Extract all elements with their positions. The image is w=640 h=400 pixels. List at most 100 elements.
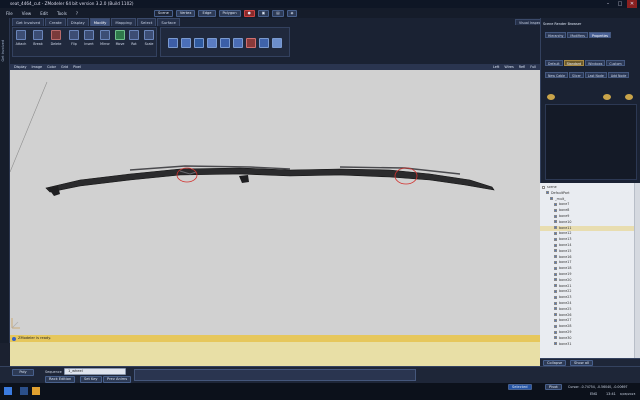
visibility-checkbox[interactable] xyxy=(554,255,557,259)
row2-custom[interactable]: Custom xyxy=(606,60,625,66)
tab-modify[interactable]: Modify xyxy=(89,18,111,26)
selected-indicator[interactable]: Selected xyxy=(508,384,532,390)
visibility-checkbox[interactable] xyxy=(554,249,557,253)
visibility-checkbox[interactable] xyxy=(554,289,557,293)
visibility-checkbox[interactable] xyxy=(554,272,557,276)
minimize-button[interactable]: – xyxy=(603,0,613,8)
visibility-checkbox[interactable] xyxy=(554,284,557,288)
tree-scrollbar[interactable] xyxy=(634,183,640,358)
row2-windows[interactable]: Windows xyxy=(585,60,606,66)
delete-button[interactable]: Delete xyxy=(49,30,63,46)
viewport-name[interactable]: Left xyxy=(493,65,499,69)
prev-anims-button[interactable]: Prev Anims xyxy=(103,376,132,383)
row3-new-cable[interactable]: New Cable xyxy=(545,72,569,78)
visibility-checkbox[interactable] xyxy=(554,243,557,247)
mirror-button[interactable]: Mirror xyxy=(98,30,112,46)
row3-slicer[interactable]: Slicer xyxy=(569,72,584,78)
viewport-menu-display[interactable]: Display xyxy=(14,65,27,69)
tool-icon-6[interactable] xyxy=(233,38,243,48)
selection-mode-dropdown[interactable]: Scene xyxy=(153,9,173,17)
insert-button[interactable]: Insert xyxy=(82,30,96,46)
visibility-checkbox[interactable] xyxy=(554,231,557,235)
viewport-refl[interactable]: Refl xyxy=(519,65,525,69)
break-button[interactable]: Break xyxy=(31,30,45,46)
tab-modifiers[interactable]: Modifiers xyxy=(567,32,588,38)
visibility-checkbox[interactable] xyxy=(554,324,557,328)
visibility-checkbox[interactable] xyxy=(554,301,557,305)
row3-add-node[interactable]: Add Node xyxy=(607,72,630,78)
tab-hierarchy[interactable]: Hierarchy xyxy=(545,32,567,38)
visibility-checkbox[interactable] xyxy=(554,342,557,346)
visibility-checkbox[interactable] xyxy=(554,226,557,230)
toolbar-icon-c[interactable]: ◈ xyxy=(286,9,298,17)
row3-last-node[interactable]: Last Node xyxy=(584,72,607,78)
row2-standard[interactable]: Standard xyxy=(563,60,585,66)
flip-button[interactable]: Flip xyxy=(67,30,81,46)
visibility-checkbox[interactable] xyxy=(554,318,557,322)
material-icon-a[interactable] xyxy=(547,94,555,100)
tab-mapping[interactable]: Mapping xyxy=(111,18,136,26)
viewport-full[interactable]: Full xyxy=(530,65,536,69)
visibility-checkbox[interactable] xyxy=(554,260,557,264)
visibility-checkbox[interactable] xyxy=(554,237,557,241)
attach-button[interactable]: Attach xyxy=(14,30,28,46)
visibility-checkbox[interactable] xyxy=(554,330,557,334)
tool-icon-8[interactable] xyxy=(259,38,269,48)
rack-edition-button[interactable]: Rack Edition xyxy=(45,376,76,383)
viewport-menu-grid[interactable]: Grid xyxy=(61,65,68,69)
edge-mode-button[interactable]: Edge xyxy=(198,9,216,17)
tree-node[interactable]: bone31 xyxy=(540,342,634,348)
scale-button[interactable]: Scale xyxy=(142,30,156,46)
material-icon-c[interactable] xyxy=(625,94,633,100)
visibility-checkbox[interactable] xyxy=(554,202,557,206)
polygon-mode-button[interactable]: Polygon xyxy=(218,9,241,17)
toolbar-icon-a[interactable]: ▣ xyxy=(257,9,270,17)
visibility-checkbox[interactable] xyxy=(554,214,557,218)
visibility-checkbox[interactable] xyxy=(554,208,557,212)
record-icon[interactable]: ● xyxy=(243,9,255,17)
visibility-checkbox[interactable] xyxy=(550,197,553,201)
windows-start-icon[interactable] xyxy=(4,387,12,395)
visibility-checkbox[interactable] xyxy=(554,307,557,311)
viewport-menu-color[interactable]: Color xyxy=(47,65,56,69)
visibility-checkbox[interactable] xyxy=(554,336,557,340)
viewport-wires[interactable]: Wires xyxy=(504,65,513,69)
tool-icon-3[interactable] xyxy=(194,38,204,48)
rotate-button[interactable]: Rot xyxy=(127,30,141,46)
tool-icon-4[interactable] xyxy=(207,38,217,48)
3d-viewport[interactable] xyxy=(9,70,540,335)
zmodeler-app-icon[interactable] xyxy=(20,387,28,395)
tab-surface[interactable]: Surface xyxy=(157,18,180,26)
explorer-app-icon[interactable] xyxy=(32,387,40,395)
material-icon-b[interactable] xyxy=(603,94,611,100)
tab-select[interactable]: Select xyxy=(136,18,157,26)
row2-default[interactable]: Default xyxy=(545,60,563,66)
tool-icon-2[interactable] xyxy=(181,38,191,48)
sequence-input[interactable]: 1_wheel xyxy=(64,368,126,375)
tab-get-involved[interactable]: Get Involved xyxy=(12,18,45,26)
visibility-checkbox[interactable] xyxy=(554,313,557,317)
tab-create[interactable]: Create xyxy=(45,18,66,26)
visibility-checkbox[interactable] xyxy=(554,278,557,282)
vertex-mode-button[interactable]: Vertex xyxy=(175,9,196,17)
wiper-model[interactable] xyxy=(45,165,495,196)
viewport-menu-pixel[interactable]: Pixel xyxy=(73,65,81,69)
menu-view[interactable]: View xyxy=(19,11,35,16)
tab-display[interactable]: Display xyxy=(66,18,89,26)
menu-tools[interactable]: Tools xyxy=(54,11,70,16)
visibility-checkbox[interactable] xyxy=(554,220,557,224)
tool-icon-9[interactable] xyxy=(272,38,282,48)
visibility-checkbox[interactable] xyxy=(546,191,549,195)
visibility-checkbox[interactable] xyxy=(542,185,545,189)
toolbar-icon-b[interactable]: ▤ xyxy=(272,9,284,17)
move-button[interactable]: Move xyxy=(113,30,127,46)
viewport-menu-image[interactable]: Image xyxy=(32,65,43,69)
close-button[interactable]: ✕ xyxy=(627,0,637,8)
tab-properties[interactable]: Properties xyxy=(588,32,612,38)
menu-edit[interactable]: Edit xyxy=(37,11,51,16)
menu-help[interactable]: ? xyxy=(73,11,81,16)
maximize-button[interactable]: □ xyxy=(615,0,625,8)
visibility-checkbox[interactable] xyxy=(554,295,557,299)
tool-icon-7[interactable] xyxy=(246,38,256,48)
tool-icon-1[interactable] xyxy=(168,38,178,48)
